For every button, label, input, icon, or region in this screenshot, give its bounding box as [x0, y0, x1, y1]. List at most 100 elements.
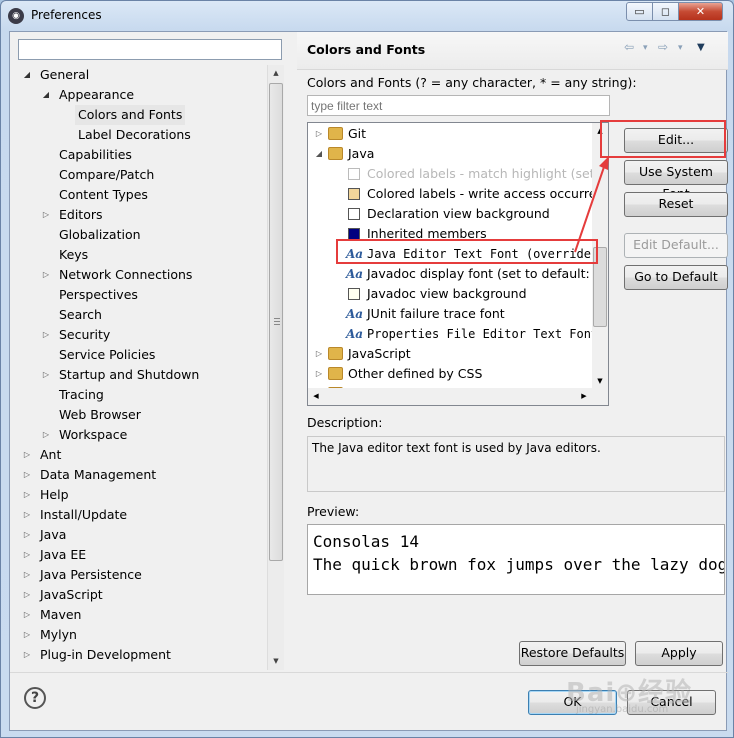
tree-item[interactable]: ▷ Help: [10, 485, 266, 505]
collapsed-arrow-icon[interactable]: ▷: [22, 565, 32, 585]
tree-item[interactable]: ▷ Install/Update: [10, 505, 266, 525]
collapsed-arrow-icon[interactable]: ▷: [22, 585, 32, 605]
collapsed-arrow-icon[interactable]: ▷: [41, 425, 51, 445]
tree-item[interactable]: Service Policies: [10, 345, 266, 365]
reset-button[interactable]: Reset: [624, 192, 728, 217]
tree-item[interactable]: ▷ JavaScript: [10, 585, 266, 605]
collapsed-arrow-icon[interactable]: ▷: [41, 205, 51, 225]
category-folder-icon: [328, 147, 343, 160]
collapsed-arrow-icon[interactable]: ▷: [41, 265, 51, 285]
color-tree-item[interactable]: Colored labels - match highlight (set to…: [308, 164, 608, 184]
color-tree-item[interactable]: Declaration view background: [308, 204, 592, 224]
tree-item-label: Capabilities: [59, 147, 132, 162]
collapsed-arrow-icon[interactable]: ▷: [22, 625, 32, 645]
go-to-default-button[interactable]: Go to Default: [624, 265, 728, 290]
eclipse-icon: ◉: [8, 8, 24, 24]
collapsed-arrow-icon[interactable]: ▷: [41, 325, 51, 345]
tree-item[interactable]: ▷ Java EE: [10, 545, 266, 565]
collapsed-arrow-icon[interactable]: ▷: [22, 605, 32, 625]
colors-and-fonts-label: Colors and Fonts (? = any character, * =…: [307, 75, 637, 90]
colors-filter-input[interactable]: [307, 95, 610, 116]
tree-item[interactable]: Web Browser: [10, 405, 266, 425]
colors-tree-hscrollbar[interactable]: ◀ ▶: [308, 388, 592, 405]
color-tree-item[interactable]: ▷ JavaScript: [308, 344, 592, 364]
tree-item[interactable]: ▷ Editors: [10, 205, 266, 225]
tree-item[interactable]: ▷ Plug-in Development: [10, 645, 266, 665]
title-bar[interactable]: ◉ Preferences ▭ ◻ ✕: [1, 1, 733, 31]
tree-item[interactable]: ▷ Startup and Shutdown: [10, 365, 266, 385]
scroll-thumb[interactable]: [269, 83, 283, 561]
collapsed-arrow-icon[interactable]: ▷: [22, 645, 32, 665]
tree-item[interactable]: ◢ General: [10, 65, 266, 85]
tree-item[interactable]: Globalization: [10, 225, 266, 245]
tree-item-label: Remote Systems: [37, 665, 148, 670]
maximize-button[interactable]: ◻: [652, 2, 679, 21]
tree-item[interactable]: Compare/Patch: [10, 165, 266, 185]
tree-item[interactable]: Colors and Fonts: [10, 105, 266, 125]
expanded-arrow-icon[interactable]: ◢: [314, 144, 324, 164]
collapsed-arrow-icon[interactable]: ▷: [22, 545, 32, 565]
scroll-down-arrow-icon[interactable]: ▼: [268, 653, 284, 669]
back-arrow-icon[interactable]: ⇦: [624, 40, 634, 54]
collapsed-arrow-icon[interactable]: ▷: [22, 525, 32, 545]
tree-item[interactable]: Label Decorations: [10, 125, 266, 145]
collapsed-arrow-icon[interactable]: ▷: [314, 344, 324, 364]
tree-item[interactable]: ▷ Mylyn: [10, 625, 266, 645]
tree-item[interactable]: Tracing: [10, 385, 266, 405]
collapsed-arrow-icon[interactable]: ▷: [314, 364, 324, 384]
tree-item[interactable]: Perspectives: [10, 285, 266, 305]
close-button[interactable]: ✕: [678, 2, 723, 21]
expanded-arrow-icon[interactable]: ◢: [41, 85, 51, 105]
view-menu-icon[interactable]: ▼: [697, 42, 705, 53]
color-tree-item[interactable]: ▷ Git: [308, 124, 592, 144]
tree-item[interactable]: ▷ Remote Systems: [10, 665, 266, 670]
apply-button[interactable]: Apply: [635, 641, 723, 666]
forward-arrow-icon[interactable]: ⇨: [658, 40, 668, 54]
collapsed-arrow-icon[interactable]: ▷: [22, 465, 32, 485]
color-tree-item-label: Git: [348, 126, 367, 141]
preference-filter-input[interactable]: [18, 39, 282, 60]
back-menu-icon[interactable]: ▾: [643, 43, 648, 53]
collapsed-arrow-icon[interactable]: ▷: [22, 445, 32, 465]
expanded-arrow-icon[interactable]: ◢: [22, 65, 32, 85]
color-tree-item[interactable]: Javadoc view background: [308, 284, 592, 304]
tree-item[interactable]: Keys: [10, 245, 266, 265]
tree-item[interactable]: ▷ Data Management: [10, 465, 266, 485]
color-tree-item[interactable]: ▷ Other defined by CSS: [308, 364, 592, 384]
tree-item[interactable]: ▷ Security: [10, 325, 266, 345]
color-tree-item-label: JavaScript: [348, 346, 411, 361]
color-tree-item-label: Java: [348, 146, 375, 161]
color-tree-item-label: Other defined by CSS: [348, 366, 483, 381]
tree-item[interactable]: Search: [10, 305, 266, 325]
preferences-window: ◉ Preferences ▭ ◻ ✕ ◢ General ◢ Appearance C…: [0, 0, 734, 738]
color-tree-item[interactable]: Colored labels - write access occurrence…: [308, 184, 608, 204]
color-tree-item[interactable]: Aa Javadoc display font (set to default: …: [308, 264, 608, 284]
font-icon: Aa: [346, 327, 364, 341]
collapsed-arrow-icon[interactable]: ▷: [22, 485, 32, 505]
restore-defaults-button[interactable]: Restore Defaults: [519, 641, 626, 666]
tree-item[interactable]: ▷ Network Connections: [10, 265, 266, 285]
tree-item[interactable]: ▷ Java Persistence: [10, 565, 266, 585]
tree-item[interactable]: ▷ Maven: [10, 605, 266, 625]
collapsed-arrow-icon[interactable]: ▷: [22, 665, 32, 670]
preference-tree-scrollbar[interactable]: ▲ ▼: [267, 65, 284, 670]
color-tree-item[interactable]: AaProperties File Editor Text Font (over…: [308, 324, 608, 344]
edit-default-button[interactable]: Edit Default...: [624, 233, 728, 258]
collapsed-arrow-icon[interactable]: ▷: [22, 505, 32, 525]
forward-menu-icon[interactable]: ▾: [678, 43, 683, 53]
collapsed-arrow-icon[interactable]: ▷: [314, 124, 324, 144]
tree-item[interactable]: ▷ Workspace: [10, 425, 266, 445]
minimize-button[interactable]: ▭: [626, 2, 653, 21]
scroll-up-arrow-icon[interactable]: ▲: [268, 65, 284, 81]
tree-item[interactable]: ▷ Ant: [10, 445, 266, 465]
description-text: The Java editor text font is used by Jav…: [307, 436, 725, 492]
tree-item[interactable]: Capabilities: [10, 145, 266, 165]
tree-item[interactable]: ▷ Java: [10, 525, 266, 545]
color-tree-item[interactable]: Aa JUnit failure trace font: [308, 304, 592, 324]
tree-item[interactable]: Content Types: [10, 185, 266, 205]
collapsed-arrow-icon[interactable]: ▷: [41, 365, 51, 385]
use-system-font-button[interactable]: Use System Font: [624, 160, 728, 201]
color-tree-item[interactable]: ◢ Java: [308, 144, 592, 164]
tree-item[interactable]: ◢ Appearance: [10, 85, 266, 105]
help-icon[interactable]: ?: [24, 687, 46, 709]
